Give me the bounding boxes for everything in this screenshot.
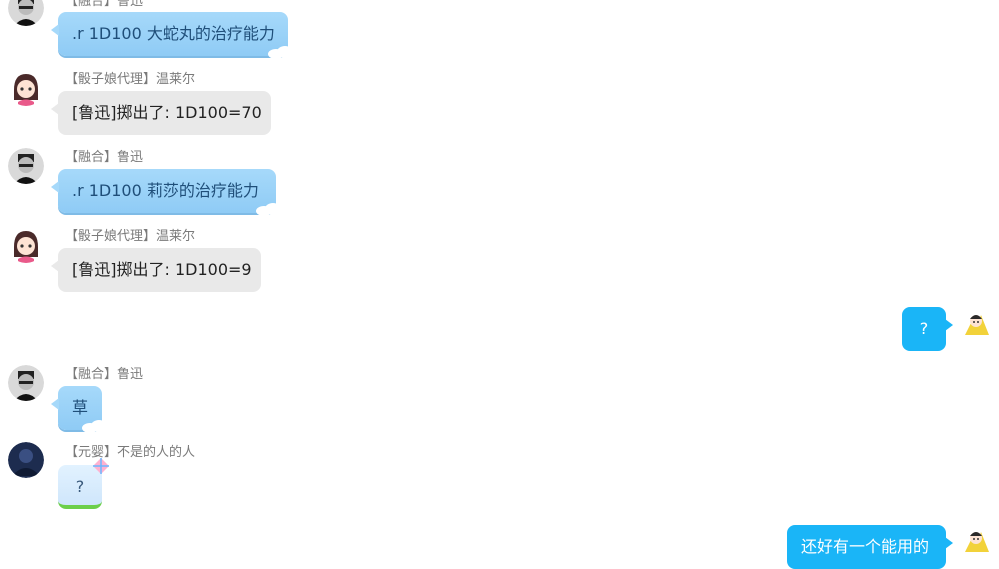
sender-name: 温莱尔 xyxy=(156,229,196,244)
self-message-bubble[interactable]: ? xyxy=(902,307,953,351)
message-text: .r 1D100 大蛇丸的治疗能力 xyxy=(72,24,275,43)
bubble-tail xyxy=(945,319,953,331)
message-text: .r 1D100 莉莎的治疗能力 xyxy=(72,181,259,200)
avatar-luxun[interactable] xyxy=(8,365,44,401)
self-message-bubble[interactable]: 还好有一个能用的 xyxy=(787,525,953,569)
sender-label: 【骰子娘代理】温莱尔 xyxy=(65,72,195,88)
message-bubble[interactable]: [鲁迅]掷出了: 1D100=70 xyxy=(51,91,271,135)
bubble-tail xyxy=(51,260,59,272)
sender-label: 【融合】鲁迅 xyxy=(65,0,143,10)
sender-name: 鲁迅 xyxy=(117,150,144,165)
avatar-dice-bot[interactable] xyxy=(8,70,44,106)
message-text: ? xyxy=(919,319,929,338)
sender-tag: 【融合】 xyxy=(65,367,118,382)
cloud-decoration-icon xyxy=(256,203,284,216)
avatar-dice-bot[interactable] xyxy=(8,227,44,263)
cloud-decoration-icon xyxy=(82,420,110,433)
sender-label: 【骰子娘代理】温莱尔 xyxy=(65,229,195,245)
avatar-yuanying[interactable] xyxy=(8,442,44,478)
message-bubble[interactable]: 草 xyxy=(51,386,110,433)
message-text: [鲁迅]掷出了: 1D100=9 xyxy=(72,260,252,279)
sender-name: 鲁迅 xyxy=(117,367,144,382)
bubble-tail xyxy=(51,181,59,193)
sender-tag: 【骰子娘代理】 xyxy=(65,72,157,87)
sender-label: 【融合】鲁迅 xyxy=(65,150,143,166)
message-text: 草 xyxy=(71,398,88,417)
sender-tag: 【融合】 xyxy=(65,150,118,165)
bubble-tail xyxy=(945,537,953,549)
message-bubble[interactable]: .r 1D100 大蛇丸的治疗能力 xyxy=(51,12,296,59)
sender-tag: 【骰子娘代理】 xyxy=(65,229,157,244)
cloud-decoration-icon xyxy=(268,46,296,59)
sender-name: 鲁迅 xyxy=(117,0,144,9)
bubble-tail xyxy=(51,24,59,36)
bubble-tail xyxy=(51,398,59,410)
message-bubble[interactable]: [鲁迅]掷出了: 1D100=9 xyxy=(51,248,261,292)
sender-name: 不是的人的人 xyxy=(117,445,196,460)
sender-label: 【融合】鲁迅 xyxy=(65,367,143,383)
kite-decoration-icon xyxy=(93,458,109,474)
message-bubble[interactable]: .r 1D100 莉莎的治疗能力 xyxy=(51,169,284,216)
sender-name: 温莱尔 xyxy=(156,72,196,87)
avatar-luxun[interactable] xyxy=(8,0,44,26)
avatar-self[interactable] xyxy=(959,305,995,341)
avatar-self[interactable] xyxy=(959,522,995,558)
message-text: [鲁迅]掷出了: 1D100=70 xyxy=(72,103,262,122)
sender-tag: 【融合】 xyxy=(65,0,118,9)
message-text: 还好有一个能用的 xyxy=(801,537,930,556)
message-bubble[interactable]: ? xyxy=(58,458,109,509)
avatar-luxun[interactable] xyxy=(8,148,44,184)
sender-label: 【元婴】不是的人的人 xyxy=(65,445,195,461)
bubble-tail xyxy=(51,103,59,115)
message-text: ? xyxy=(75,477,85,496)
